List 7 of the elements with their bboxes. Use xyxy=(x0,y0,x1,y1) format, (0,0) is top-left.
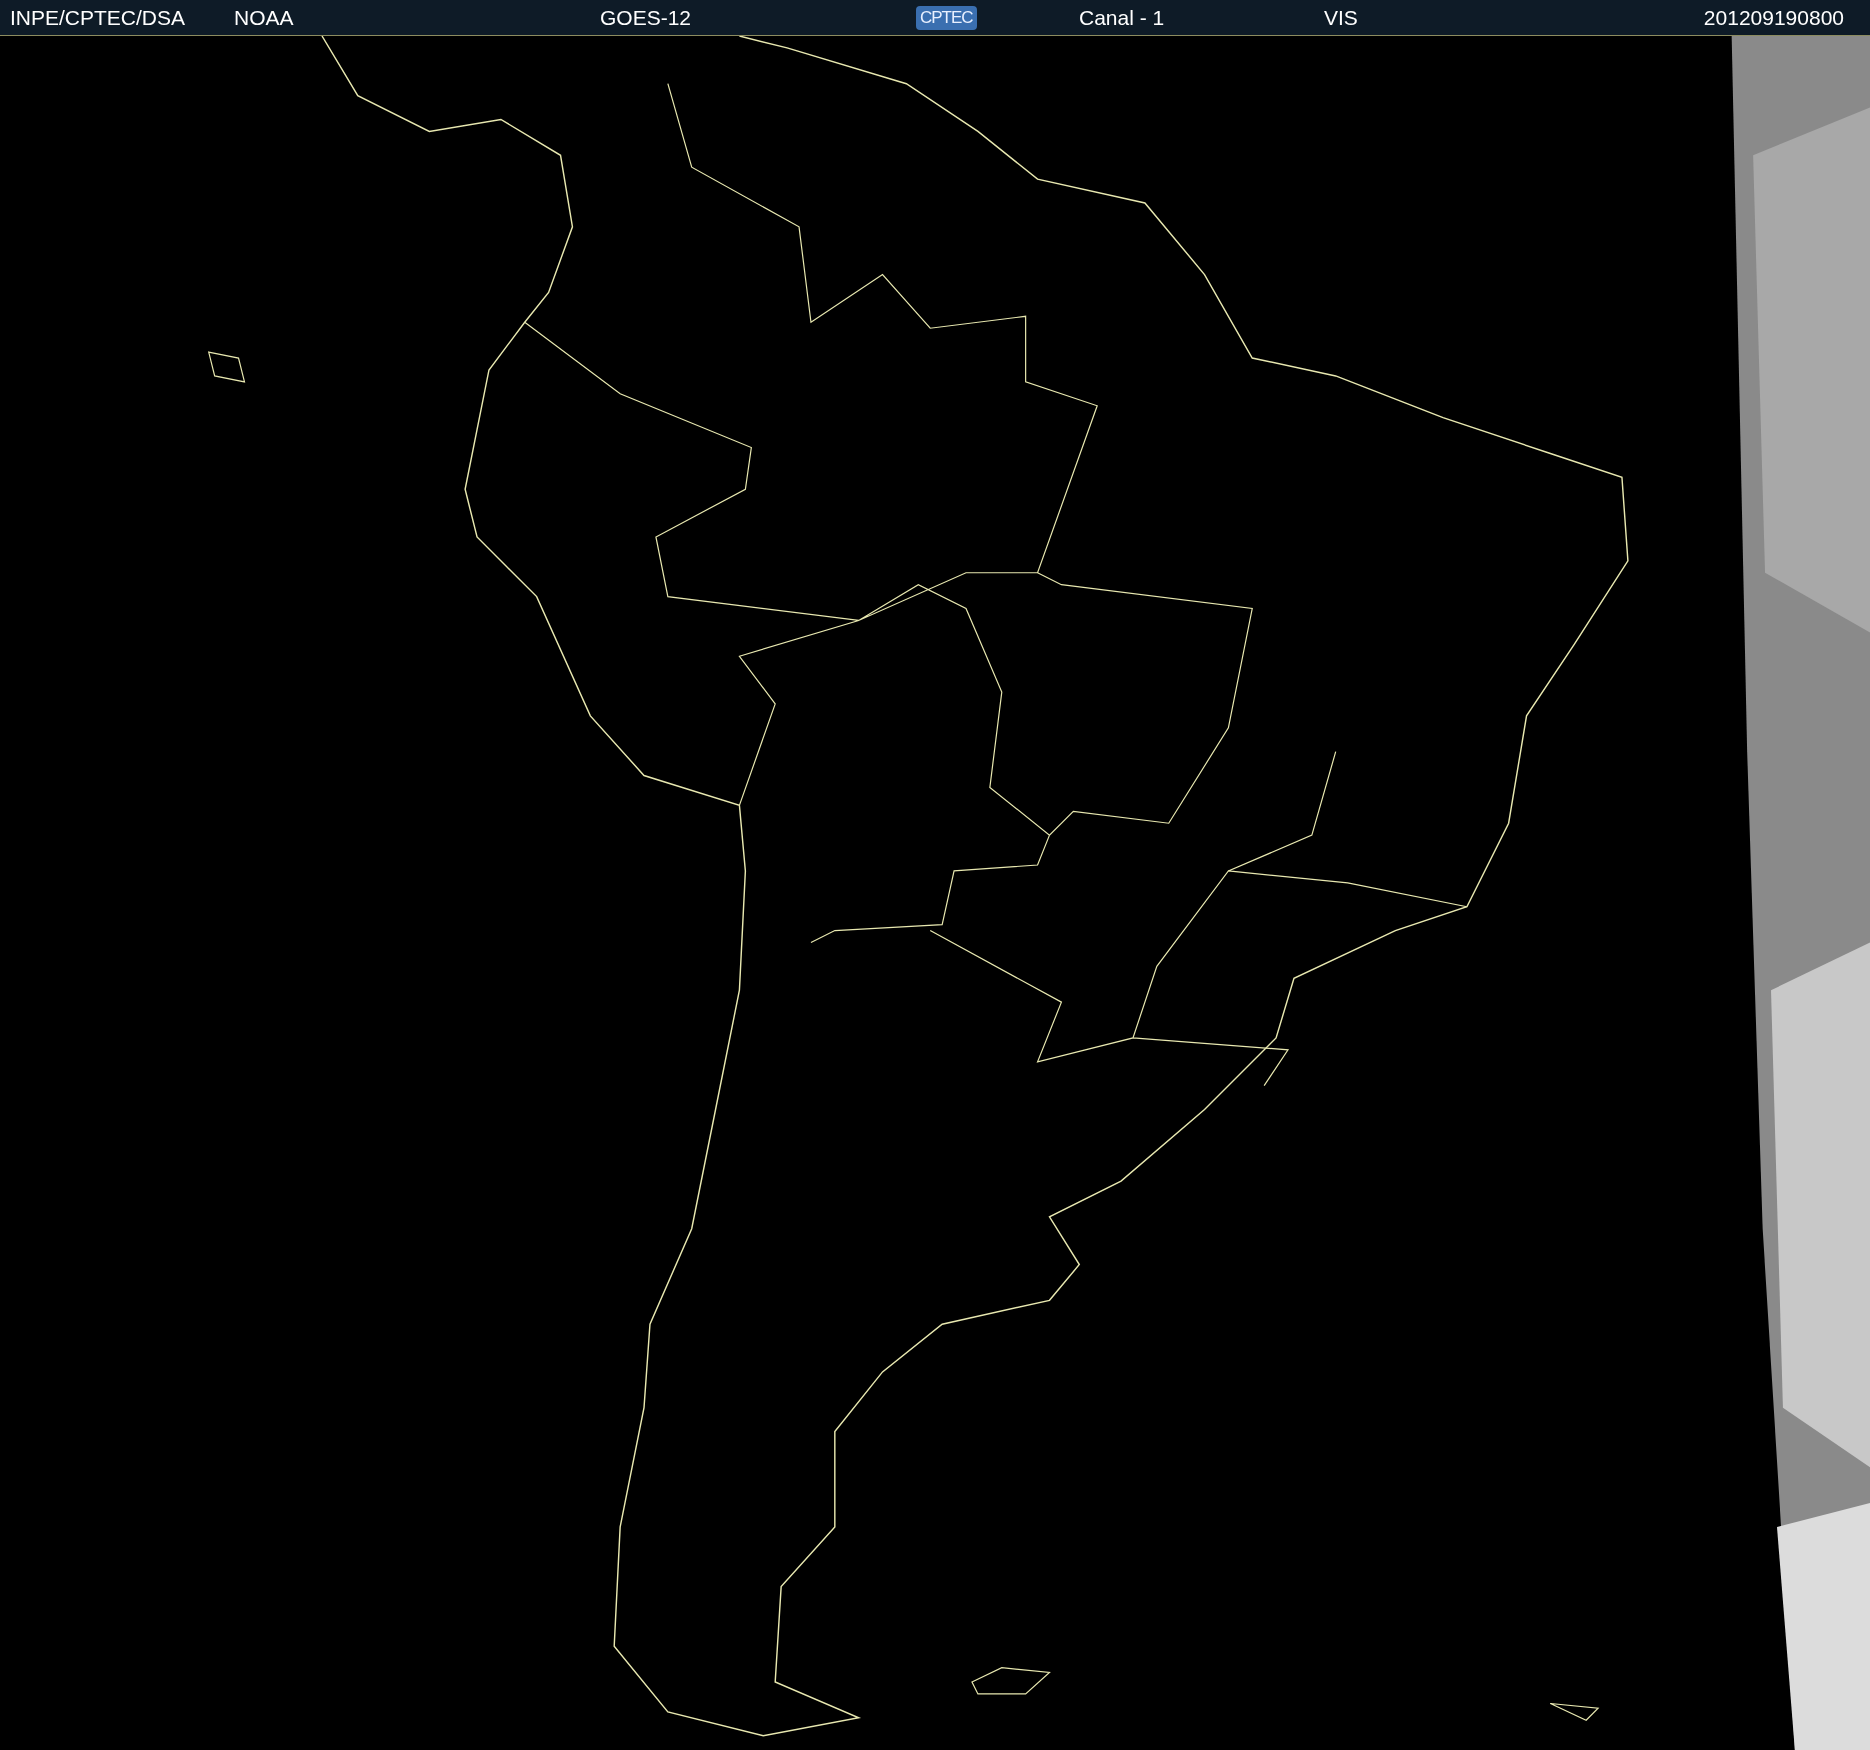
source-label: INPE/CPTEC/DSA xyxy=(10,5,186,30)
satellite-label: GOES-12 xyxy=(600,5,692,30)
logo: CPTEC xyxy=(916,5,977,30)
band-label: VIS xyxy=(1324,5,1358,30)
channel-label: Canal - 1 xyxy=(1079,5,1165,30)
timestamp-label: 201209190800 xyxy=(1703,5,1844,30)
agency-label: NOAA xyxy=(234,5,294,30)
